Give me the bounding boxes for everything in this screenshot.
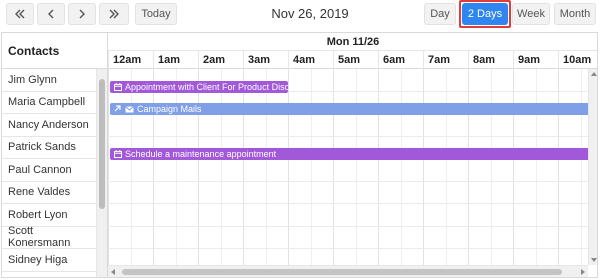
event-bar[interactable]: Appointment with Client For Product Disc… xyxy=(110,80,288,93)
grid-vertical-line xyxy=(400,69,402,265)
day-header: Mon 11/26 xyxy=(108,33,597,51)
view-week-button[interactable]: Week xyxy=(512,3,550,25)
contacts-scroll-thumb[interactable] xyxy=(99,79,105,209)
event-bar[interactable]: Campaign Mails xyxy=(110,103,588,115)
contacts-scrollbar[interactable] xyxy=(96,69,107,277)
contact-row[interactable]: Jim Glynn xyxy=(2,69,96,92)
recurring-icon xyxy=(114,105,122,113)
grid-vertical-line xyxy=(175,69,177,265)
grid-vertical-line xyxy=(130,69,132,265)
grid-vertical-line xyxy=(288,69,289,265)
date-title: Nov 26, 2019 xyxy=(271,6,349,21)
view-2days-button[interactable]: 2 Days xyxy=(462,3,508,25)
hour-label: 4am xyxy=(288,51,333,69)
grid-horizontal-line xyxy=(108,180,588,182)
event-title: Appointment with Client For Product Disc… xyxy=(125,81,288,92)
grid-vertical-line xyxy=(423,69,424,265)
toolbar: Today Nov 26, 2019 Day 2 Days Week Month xyxy=(0,0,600,30)
timeline: Mon 11/26 12am 1am 2am 3am 4am 5am 6am 7am 8am 9a… xyxy=(108,33,597,277)
chevron-right-icon xyxy=(78,9,86,19)
chevron-left-icon xyxy=(47,9,55,19)
grid-vertical-line xyxy=(558,69,559,265)
contacts-panel: Contacts Jim Glynn Maria Campbell Nancy An… xyxy=(2,33,108,277)
today-button[interactable]: Today xyxy=(135,3,177,25)
grid-vertical-line xyxy=(198,69,199,265)
hour-label: 10am xyxy=(558,51,597,69)
hour-header: 12am 1am 2am 3am 4am 5am 6am 7am 8am 9am 10am xyxy=(108,51,597,69)
grid-vertical-line xyxy=(468,69,469,265)
hour-label: 2am xyxy=(198,51,243,69)
grid-vertical-line xyxy=(333,69,334,265)
calendar-icon xyxy=(114,150,122,158)
horizontal-scroll-thumb[interactable] xyxy=(122,269,562,275)
grid-vertical-line xyxy=(513,69,514,265)
hour-label: 12am xyxy=(108,51,153,69)
contact-row[interactable]: Sidney Higa xyxy=(2,249,96,272)
contact-row[interactable]: Paul Cannon xyxy=(2,159,96,182)
double-chevron-left-icon xyxy=(14,9,26,19)
view-month-button[interactable]: Month xyxy=(554,3,596,25)
hour-label: 9am xyxy=(513,51,558,69)
grid-vertical-line xyxy=(535,69,537,265)
timeline-vertical-scrollbar[interactable] xyxy=(588,69,597,265)
timeline-grid[interactable]: Appointment with Client For Product Dis c… xyxy=(108,69,588,265)
grid-vertical-line xyxy=(153,69,154,265)
grid-horizontal-line xyxy=(108,225,588,227)
grid-horizontal-line xyxy=(108,203,588,204)
contact-row[interactable]: Patrick Sands xyxy=(2,137,96,159)
grid-vertical-line xyxy=(265,69,267,265)
event-bar[interactable]: Schedule a maintenance appointment xyxy=(110,148,588,160)
view-day-button[interactable]: Day xyxy=(424,3,456,25)
grid-vertical-line xyxy=(243,69,244,265)
grid-vertical-line xyxy=(490,69,492,265)
calendar-icon xyxy=(114,82,122,91)
contact-row[interactable]: Scott Konersmann xyxy=(2,225,96,249)
grid-horizontal-line xyxy=(108,135,588,137)
grid-vertical-line xyxy=(310,69,312,265)
scroll-down-icon[interactable] xyxy=(591,258,597,262)
last-button[interactable] xyxy=(99,3,129,25)
contact-row[interactable]: Robert Lyon xyxy=(2,204,96,227)
hour-label: 8am xyxy=(468,51,513,69)
double-chevron-right-icon xyxy=(108,9,120,19)
scheduler: Contacts Jim Glynn Maria Campbell Nancy An… xyxy=(1,32,598,278)
hour-label: 5am xyxy=(333,51,378,69)
grid-vertical-line xyxy=(108,69,109,265)
contact-row[interactable]: Maria Campbell xyxy=(2,92,96,114)
grid-vertical-line xyxy=(580,69,582,265)
grid-vertical-line xyxy=(355,69,357,265)
grid-vertical-line xyxy=(378,69,379,265)
hour-label: 6am xyxy=(378,51,423,69)
contacts-header: Contacts xyxy=(2,33,108,69)
event-title: Campaign Mails xyxy=(137,104,202,114)
scroll-up-icon[interactable] xyxy=(591,72,597,76)
hour-label: 7am xyxy=(423,51,468,69)
hour-label: 3am xyxy=(243,51,288,69)
grid-vertical-line xyxy=(445,69,447,265)
grid-horizontal-line xyxy=(108,248,588,249)
timeline-horizontal-scrollbar[interactable] xyxy=(108,265,588,277)
event-title: Schedule a maintenance appointment xyxy=(125,149,277,159)
mail-icon xyxy=(125,105,134,113)
first-button[interactable] xyxy=(6,3,34,25)
scroll-left-icon[interactable] xyxy=(111,269,115,275)
contact-row[interactable]: Nancy Anderson xyxy=(2,114,96,137)
grid-vertical-line xyxy=(220,69,222,265)
hour-label: 1am xyxy=(153,51,198,69)
prev-button[interactable] xyxy=(37,3,65,25)
scroll-right-icon[interactable] xyxy=(581,269,585,275)
contact-row[interactable]: Rene Valdes xyxy=(2,182,96,204)
next-button[interactable] xyxy=(68,3,96,25)
